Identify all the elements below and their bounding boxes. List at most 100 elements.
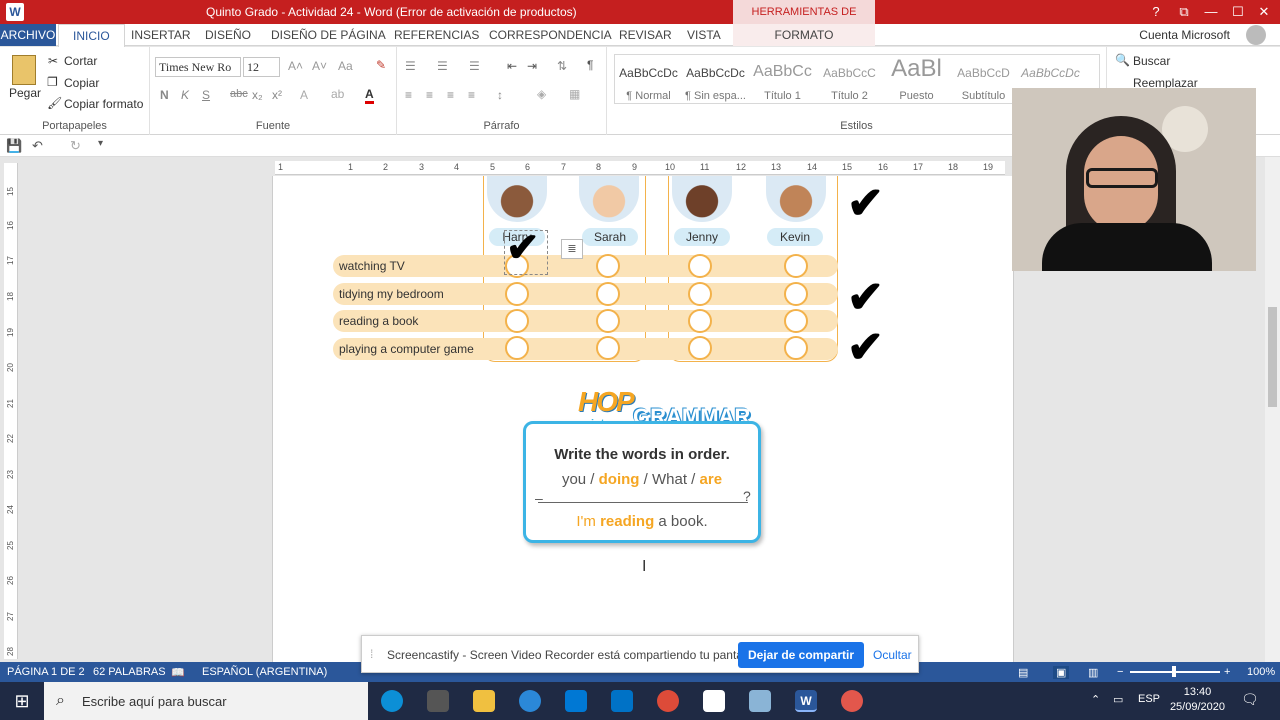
help-icon[interactable]: ? [1146, 2, 1166, 22]
format-painter-button[interactable]: Copiar formato [64, 97, 143, 111]
bullets-icon[interactable]: ☰ [405, 59, 416, 73]
document-icon[interactable] [703, 690, 725, 712]
store-icon[interactable] [565, 690, 587, 712]
line-spacing-icon[interactable]: ↕ [497, 88, 503, 102]
highlight-icon[interactable]: ab [331, 87, 344, 101]
document-page[interactable]: Harry Sarah Jenny Kevin watching TV tidy… [272, 176, 1014, 662]
check-mark-icon[interactable]: ✔ [506, 228, 540, 268]
align-left-icon[interactable]: ≡ [405, 88, 412, 102]
answer-circle[interactable] [784, 282, 808, 306]
shrink-font-icon[interactable]: A˅ [312, 59, 327, 73]
network-icon[interactable]: ▭ [1113, 693, 1123, 706]
zoom-in-icon[interactable]: + [1224, 666, 1230, 678]
answer-circle[interactable] [505, 309, 529, 333]
maximize-button[interactable]: ☐ [1228, 2, 1248, 22]
italic-icon[interactable]: K [181, 88, 189, 102]
close-button[interactable]: ✕ [1254, 2, 1274, 22]
numbering-icon[interactable]: ☰ [437, 59, 448, 73]
style-normal[interactable]: AaBbCcDc ¶ Normal [615, 55, 682, 105]
font-name-field[interactable]: Times New Ro [155, 57, 241, 77]
grow-font-icon[interactable]: A˄ [288, 59, 303, 73]
edge-icon[interactable] [381, 690, 403, 712]
zoom-level[interactable]: 100% [1247, 666, 1275, 678]
style-title[interactable]: AaBl Puesto [883, 55, 950, 105]
tab-home[interactable]: INICIO [58, 24, 125, 47]
file-explorer-icon[interactable] [473, 690, 495, 712]
redo-icon[interactable]: ↻ [70, 138, 81, 154]
justify-icon[interactable]: ≡ [468, 88, 475, 102]
strikethrough-icon[interactable]: abc [230, 88, 248, 100]
answer-circle[interactable] [596, 254, 620, 278]
align-center-icon[interactable]: ≡ [426, 88, 433, 102]
answer-circle[interactable] [688, 254, 712, 278]
find-button[interactable]: Buscar [1133, 54, 1170, 68]
clock[interactable]: 13:40 25/09/2020 [1170, 686, 1225, 713]
answer-circle[interactable] [596, 336, 620, 360]
web-layout-icon[interactable]: ▥ [1088, 666, 1098, 679]
copy-button[interactable]: Copiar [64, 76, 99, 90]
answer-circle[interactable] [784, 309, 808, 333]
drag-handle-icon[interactable]: ⁞ [370, 647, 373, 661]
undo-icon[interactable]: ↶ [32, 138, 43, 154]
style-no-spacing[interactable]: AaBbCcDc ¶ Sin espa... [682, 55, 749, 105]
stop-sharing-button[interactable]: Dejar de compartir [738, 642, 864, 668]
tab-design[interactable]: DISEÑO [205, 28, 251, 42]
answer-circle[interactable] [688, 309, 712, 333]
answer-circle[interactable] [596, 309, 620, 333]
decrease-indent-icon[interactable]: ⇤ [507, 59, 517, 73]
text-effects-icon[interactable]: A [300, 88, 308, 102]
language-status[interactable]: ESPAÑOL (ARGENTINA) [202, 666, 327, 678]
tab-page-layout[interactable]: DISEÑO DE PÁGINA [271, 28, 386, 42]
print-layout-icon[interactable]: ▣ [1053, 666, 1070, 679]
paste-button[interactable]: Pegar [9, 86, 41, 100]
tab-review[interactable]: REVISAR [619, 28, 672, 42]
bold-icon[interactable]: N [160, 88, 169, 102]
multilevel-list-icon[interactable]: ☰ [469, 59, 480, 73]
tray-language[interactable]: ESP [1138, 693, 1160, 705]
scrollbar-thumb[interactable] [1268, 307, 1277, 407]
subscript-icon[interactable]: x₂ [252, 88, 263, 102]
tray-arrow-icon[interactable]: ⌃ [1091, 693, 1100, 706]
zoom-out-icon[interactable]: − [1117, 666, 1123, 678]
task-view-icon[interactable] [427, 690, 449, 712]
paste-icon[interactable] [12, 55, 36, 85]
answer-circle[interactable] [596, 282, 620, 306]
font-color-icon[interactable]: A [365, 87, 374, 104]
answer-circle[interactable] [505, 282, 529, 306]
font-size-field[interactable]: 12 [243, 57, 280, 77]
align-right-icon[interactable]: ≡ [447, 88, 454, 102]
shading-icon[interactable]: ◈ [537, 87, 546, 101]
answer-circle[interactable] [688, 336, 712, 360]
save-icon[interactable]: 💾 [6, 138, 22, 154]
avatar[interactable] [1246, 25, 1266, 45]
tab-insert[interactable]: INSERTAR [131, 28, 191, 42]
layout-options-icon[interactable]: ≣ [561, 239, 583, 259]
answer-circle[interactable] [784, 254, 808, 278]
answer-circle[interactable] [505, 336, 529, 360]
answer-circle[interactable] [784, 336, 808, 360]
cut-button[interactable]: Cortar [64, 54, 97, 68]
proofing-icon[interactable]: 📖 [171, 666, 185, 679]
tab-mailings[interactable]: CORRESPONDENCIA [489, 28, 612, 42]
tab-format[interactable]: FORMATO [733, 24, 875, 46]
windows-start-icon[interactable]: ⊞ [0, 682, 44, 720]
tab-file[interactable]: ARCHIVO [0, 24, 56, 46]
ribbon-display-icon[interactable]: ⧉ [1174, 2, 1194, 22]
app-icon[interactable] [519, 690, 541, 712]
word-count[interactable]: 62 PALABRAS [93, 666, 166, 678]
cut-icon[interactable]: ✂ [48, 54, 58, 68]
superscript-icon[interactable]: x² [272, 88, 282, 102]
tab-references[interactable]: REFERENCIAS [394, 28, 479, 42]
clear-format-icon[interactable]: ✎ [376, 58, 386, 72]
show-marks-icon[interactable]: ¶ [587, 58, 593, 72]
answer-circle[interactable] [688, 282, 712, 306]
underline-icon[interactable]: S [202, 88, 210, 102]
read-mode-icon[interactable]: ▤ [1018, 666, 1028, 679]
borders-icon[interactable]: ▦ [569, 87, 580, 101]
tab-view[interactable]: VISTA [687, 28, 721, 42]
paint-icon[interactable] [749, 690, 771, 712]
page-count[interactable]: PÁGINA 1 DE 2 [7, 666, 85, 678]
notifications-icon[interactable]: 🗨 [1241, 691, 1259, 708]
minimize-button[interactable]: — [1201, 2, 1221, 22]
increase-indent-icon[interactable]: ⇥ [527, 59, 537, 73]
